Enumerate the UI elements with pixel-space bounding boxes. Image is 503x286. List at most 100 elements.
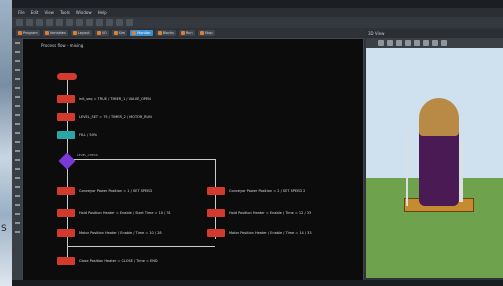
pipe-right bbox=[459, 140, 463, 202]
block-b2[interactable] bbox=[57, 113, 75, 121]
blocks-icon bbox=[157, 31, 162, 35]
flowchart-editor[interactable]: Process flow - mixing init_seq = TRUE / … bbox=[22, 38, 364, 284]
open-icon[interactable] bbox=[26, 19, 33, 26]
menu-help[interactable]: Help bbox=[98, 10, 107, 15]
view-title: 3D View bbox=[368, 31, 385, 36]
gutter-mark bbox=[14, 69, 20, 71]
block-b5[interactable] bbox=[57, 209, 75, 217]
tab-label: I/O bbox=[101, 31, 107, 35]
gutter-mark bbox=[14, 204, 20, 206]
cut-icon[interactable] bbox=[46, 19, 53, 26]
block-b9-label: Close Position Heater = CLOSE / Time = E… bbox=[79, 259, 158, 263]
application-window: File Edit View Tools Window Help Program… bbox=[12, 0, 503, 286]
tab-label: Layout bbox=[77, 31, 90, 35]
decision-node[interactable] bbox=[58, 152, 76, 170]
program-icon bbox=[18, 31, 22, 35]
block-b3[interactable] bbox=[57, 131, 75, 139]
menu-file[interactable]: File bbox=[18, 10, 25, 15]
line-gutter bbox=[12, 38, 22, 284]
flow-line-main bbox=[67, 79, 68, 265]
gutter-mark bbox=[14, 105, 20, 107]
block-r2-label: Hold Position Heater = Enable / Time = 1… bbox=[229, 211, 312, 215]
variables-icon bbox=[44, 31, 49, 35]
front-view-icon[interactable] bbox=[423, 40, 429, 46]
tab-program[interactable]: Program bbox=[16, 30, 40, 36]
block-r3-label: Motor Position Heater / Enable / Time = … bbox=[229, 231, 312, 235]
flow-line-join bbox=[67, 246, 215, 247]
save-icon[interactable] bbox=[36, 19, 43, 26]
run-icon bbox=[180, 31, 185, 35]
flow-line-right bbox=[215, 159, 216, 239]
tab-layout[interactable]: Layout bbox=[70, 30, 92, 36]
gutter-mark bbox=[14, 114, 20, 116]
block-r1[interactable] bbox=[207, 187, 225, 195]
settings-icon[interactable] bbox=[441, 40, 447, 46]
tab-run[interactable]: Run bbox=[178, 30, 195, 36]
settings-icon[interactable] bbox=[126, 19, 133, 26]
undo-icon[interactable] bbox=[76, 19, 83, 26]
start-node[interactable] bbox=[57, 73, 77, 80]
view-toolbar bbox=[366, 38, 503, 48]
monitor-icon bbox=[132, 31, 137, 35]
tab-sim[interactable]: Sim bbox=[111, 30, 128, 36]
tab-label: Run bbox=[185, 31, 193, 35]
editor-title: Process flow - mixing bbox=[41, 43, 84, 48]
stop-icon bbox=[199, 31, 204, 35]
tab-stop[interactable]: Stop bbox=[197, 30, 215, 36]
decision-label: LEVEL_CHECK bbox=[77, 153, 98, 157]
tab-label: Variables bbox=[49, 31, 66, 35]
side-view-icon[interactable] bbox=[432, 40, 438, 46]
io-icon bbox=[96, 31, 101, 35]
block-b1[interactable] bbox=[57, 95, 75, 103]
copy-icon[interactable] bbox=[56, 19, 63, 26]
gutter-mark bbox=[14, 141, 20, 143]
run-icon[interactable] bbox=[106, 19, 113, 26]
gutter-mark bbox=[14, 159, 20, 161]
desktop-edge-text: S bbox=[1, 224, 7, 234]
block-b7-label: Motor Position Heater / Enable / Time = … bbox=[79, 231, 162, 235]
menu-window[interactable]: Window bbox=[76, 10, 92, 15]
block-b9[interactable] bbox=[57, 257, 75, 265]
layout-icon bbox=[72, 31, 77, 35]
block-b5-label: Hold Position Heater = Enable / Start Ti… bbox=[79, 211, 171, 215]
view-header: 3D View bbox=[366, 30, 503, 38]
block-b2-label: LEVEL_SET = 75 / TIMER_2 / MOTOR_RUN bbox=[79, 115, 152, 119]
block-r3[interactable] bbox=[207, 229, 225, 237]
gutter-mark bbox=[14, 132, 20, 134]
block-b7[interactable] bbox=[57, 229, 75, 237]
tab-label: Monitor bbox=[137, 31, 151, 35]
gutter-mark bbox=[14, 42, 20, 44]
pan-icon[interactable] bbox=[387, 40, 393, 46]
tab-label: Sim bbox=[118, 31, 126, 35]
menu-view[interactable]: View bbox=[44, 10, 54, 15]
pipe-left bbox=[406, 134, 412, 206]
zoom-icon[interactable] bbox=[396, 40, 402, 46]
block-r1-label: Conveyor Power Position = 2 / SET SPEED … bbox=[229, 189, 306, 193]
sim-icon bbox=[113, 31, 118, 35]
zoom-icon[interactable] bbox=[96, 19, 103, 26]
tab-variables[interactable]: Variables bbox=[42, 30, 68, 36]
tab-label: Blocks bbox=[162, 31, 174, 35]
gutter-mark bbox=[14, 195, 20, 197]
menu-tools[interactable]: Tools bbox=[60, 10, 70, 15]
3d-viewport[interactable] bbox=[366, 48, 503, 278]
top-view-icon[interactable] bbox=[414, 40, 420, 46]
tab-blocks[interactable]: Blocks bbox=[155, 30, 176, 36]
main-toolbar bbox=[12, 17, 503, 28]
gutter-mark bbox=[14, 177, 20, 179]
gutter-mark bbox=[14, 87, 20, 89]
new-icon[interactable] bbox=[16, 19, 23, 26]
fit-icon[interactable] bbox=[405, 40, 411, 46]
menu-bar: File Edit View Tools Window Help bbox=[12, 8, 503, 17]
paste-icon[interactable] bbox=[66, 19, 73, 26]
orbit-icon[interactable] bbox=[378, 40, 384, 46]
menu-edit[interactable]: Edit bbox=[31, 10, 39, 15]
tab-io[interactable]: I/O bbox=[94, 30, 109, 36]
tab-monitor[interactable]: Monitor bbox=[130, 30, 153, 36]
block-r2[interactable] bbox=[207, 209, 225, 217]
gutter-mark bbox=[14, 51, 20, 53]
gutter-mark bbox=[14, 231, 20, 233]
redo-icon[interactable] bbox=[86, 19, 93, 26]
block-b4[interactable] bbox=[57, 187, 75, 195]
stop-icon[interactable] bbox=[116, 19, 123, 26]
